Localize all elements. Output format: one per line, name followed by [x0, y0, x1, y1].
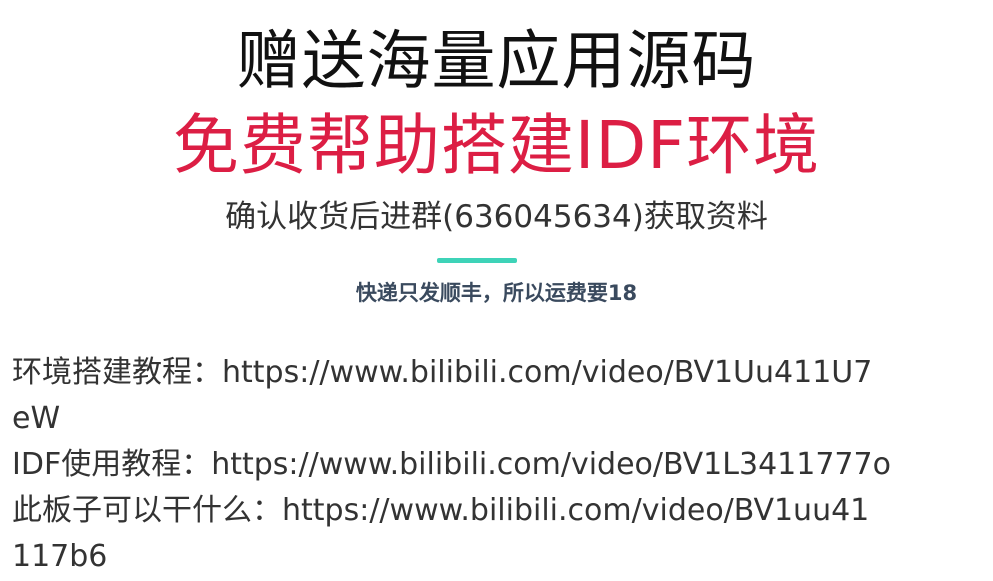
link-url-usage[interactable]: https://www.bilibili.com/video/BV1uu41 [282, 493, 869, 528]
promo-highlight: 免费帮助搭建IDF环境 [172, 107, 821, 184]
accent-divider [437, 258, 517, 263]
link-line-setup: 环境搭建教程：https://www.bilibili.com/video/BV… [12, 350, 952, 396]
link-line-usage: 此板子可以干什么：https://www.bilibili.com/video/… [12, 488, 952, 534]
link-label-usage: 此板子可以干什么： [12, 493, 282, 528]
shipping-notice: 快递只发顺丰，所以运费要18 [355, 281, 638, 305]
link-line-usage-continued: 117b6 [12, 534, 952, 580]
link-label-idf: IDF使用教程： [12, 447, 212, 482]
tutorial-links: 环境搭建教程：https://www.bilibili.com/video/BV… [12, 350, 952, 580]
link-line-idf: IDF使用教程：https://www.bilibili.com/video/B… [12, 442, 952, 488]
link-url-idf[interactable]: https://www.bilibili.com/video/BV1L34117… [211, 447, 891, 482]
link-url-setup[interactable]: https://www.bilibili.com/video/BV1Uu411U… [222, 355, 872, 390]
link-line-setup-continued: eW [12, 396, 952, 442]
link-label-setup: 环境搭建教程： [12, 355, 222, 390]
promo-title: 赠送海量应用源码 [236, 25, 757, 99]
promo-subtitle: 确认收货后进群(636045634)获取资料 [225, 199, 768, 235]
link-url-setup-continued[interactable]: eW [12, 401, 60, 436]
link-url-usage-continued[interactable]: 117b6 [12, 539, 107, 574]
